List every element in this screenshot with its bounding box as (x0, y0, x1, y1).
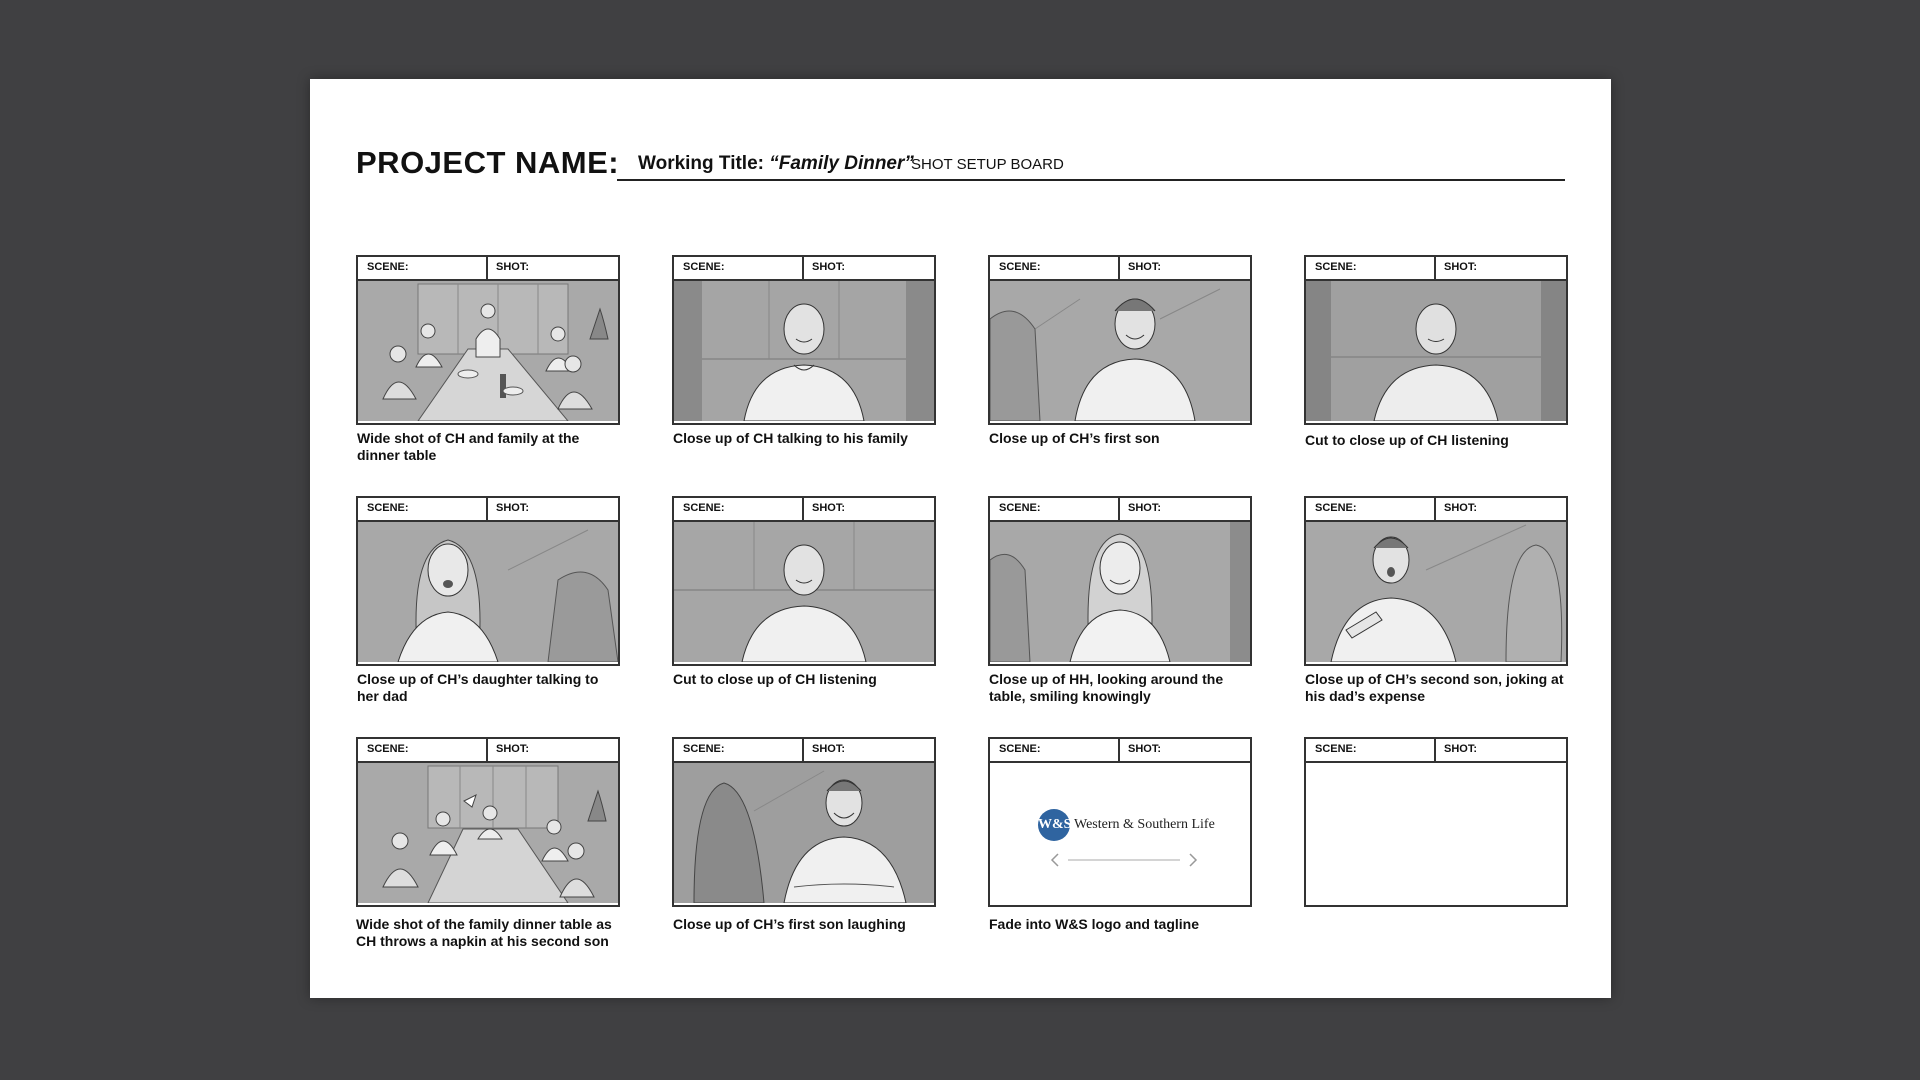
panel-caption: Close up of HH, looking around the table… (989, 671, 1224, 704)
ws-badge-icon: W&S (1038, 809, 1071, 841)
shot-label: SHOT: (1128, 743, 1161, 755)
scene-label: SCENE: (683, 502, 725, 514)
frame-labels: SCENE: SHOT: (1306, 739, 1566, 763)
shot-label: SHOT: (1444, 502, 1477, 514)
panel-caption: Close up of CH’s first son (989, 430, 1160, 446)
panel-frame: SCENE: SHOT: (672, 496, 936, 666)
frame-labels: SCENE: SHOT: (990, 739, 1250, 763)
storyboard-sheet: PROJECT NAME: Working Title: “Family Din… (310, 79, 1611, 998)
tagline-placeholder-icon (1050, 853, 1198, 867)
working-title: Working Title: “Family Dinner” (638, 153, 914, 175)
scene-label: SCENE: (1315, 502, 1357, 514)
frame-labels: SCENE: SHOT: (990, 498, 1250, 522)
western-southern-logo: W&S Western & Southern Life (1038, 806, 1215, 868)
frame-labels: SCENE: SHOT: (358, 257, 618, 281)
scene-label: SCENE: (367, 743, 409, 755)
ws-wordmark: Western & Southern Life (1074, 817, 1215, 832)
panel-frame: SCENE: SHOT: W&S Western & Southern Life (988, 737, 1252, 907)
panel-frame: SCENE: SHOT: (356, 737, 620, 907)
shot-label: SHOT: (496, 502, 529, 514)
frame-labels: SCENE: SHOT: (674, 739, 934, 763)
scene-label: SCENE: (683, 261, 725, 273)
frame-labels: SCENE: SHOT: (358, 498, 618, 522)
shot-label: SHOT: (1444, 743, 1477, 755)
scene-label: SCENE: (367, 261, 409, 273)
scene-label: SCENE: (1315, 743, 1357, 755)
frame-labels: SCENE: SHOT: (1306, 498, 1566, 522)
panel-caption: Wide shot of CH and family at the dinner… (357, 430, 580, 463)
panel-frame: SCENE: SHOT: (988, 496, 1252, 666)
shot-label: SHOT: (1444, 261, 1477, 273)
panel-caption: Close up of CH’s daughter talking to her… (357, 671, 599, 704)
shot-label: SHOT: (496, 743, 529, 755)
frame-labels: SCENE: SHOT: (990, 257, 1250, 281)
shot-label: SHOT: (812, 502, 845, 514)
shot-label: SHOT: (1128, 502, 1161, 514)
panel-caption: Close up of CH’s second son, joking at h… (1305, 671, 1564, 704)
panel-caption: Cut to close up of CH listening (1305, 432, 1509, 448)
scene-label: SCENE: (1315, 261, 1357, 273)
shot-label: SHOT: (1128, 261, 1161, 273)
project-name-label: PROJECT NAME: (356, 145, 620, 180)
panel-sketch (990, 279, 1250, 421)
board-label: SHOT SETUP BOARD (911, 156, 1064, 173)
panel-logo-frame: W&S Western & Southern Life (990, 761, 1250, 903)
panel-sketch (358, 520, 618, 662)
panel-caption: Cut to close up of CH listening (673, 671, 877, 687)
scene-label: SCENE: (683, 743, 725, 755)
panel-sketch (674, 279, 934, 421)
panel-frame: SCENE: SHOT: (1304, 255, 1568, 425)
working-title-name: “Family Dinner” (769, 153, 914, 174)
title-underline: Working Title: “Family Dinner” SHOT SETU… (617, 145, 1565, 181)
panel-frame: SCENE: SHOT: (988, 255, 1252, 425)
panel-caption: Close up of CH talking to his family (673, 430, 908, 446)
panel-frame: SCENE: SHOT: (672, 737, 936, 907)
working-title-prefix: Working Title: (638, 153, 764, 174)
panel-caption: Wide shot of the family dinner table as … (356, 916, 612, 949)
frame-labels: SCENE: SHOT: (674, 498, 934, 522)
panel-caption: Fade into W&S logo and tagline (989, 916, 1199, 932)
scene-label: SCENE: (367, 502, 409, 514)
panel-frame: SCENE: SHOT: (356, 255, 620, 425)
panel-sketch (358, 279, 618, 421)
scene-label: SCENE: (999, 261, 1041, 273)
scene-label: SCENE: (999, 502, 1041, 514)
panel-frame: SCENE: SHOT: (1304, 496, 1568, 666)
panel-frame: SCENE: SHOT: (1304, 737, 1568, 907)
panel-frame: SCENE: SHOT: (356, 496, 620, 666)
shot-label: SHOT: (812, 743, 845, 755)
frame-labels: SCENE: SHOT: (674, 257, 934, 281)
panel-sketch (1306, 520, 1566, 662)
scene-label: SCENE: (999, 743, 1041, 755)
frame-labels: SCENE: SHOT: (358, 739, 618, 763)
panel-sketch (1306, 279, 1566, 421)
empty-panel-area (1306, 761, 1566, 903)
panel-sketch (674, 761, 934, 903)
panel-sketch (358, 761, 618, 903)
panel-frame: SCENE: SHOT: (672, 255, 936, 425)
shot-label: SHOT: (496, 261, 529, 273)
shot-label: SHOT: (812, 261, 845, 273)
frame-labels: SCENE: SHOT: (1306, 257, 1566, 281)
panel-caption: Close up of CH’s first son laughing (673, 916, 906, 932)
panel-sketch (674, 520, 934, 662)
panel-sketch (990, 520, 1250, 662)
header: PROJECT NAME: Working Title: “Family Din… (356, 145, 1566, 190)
